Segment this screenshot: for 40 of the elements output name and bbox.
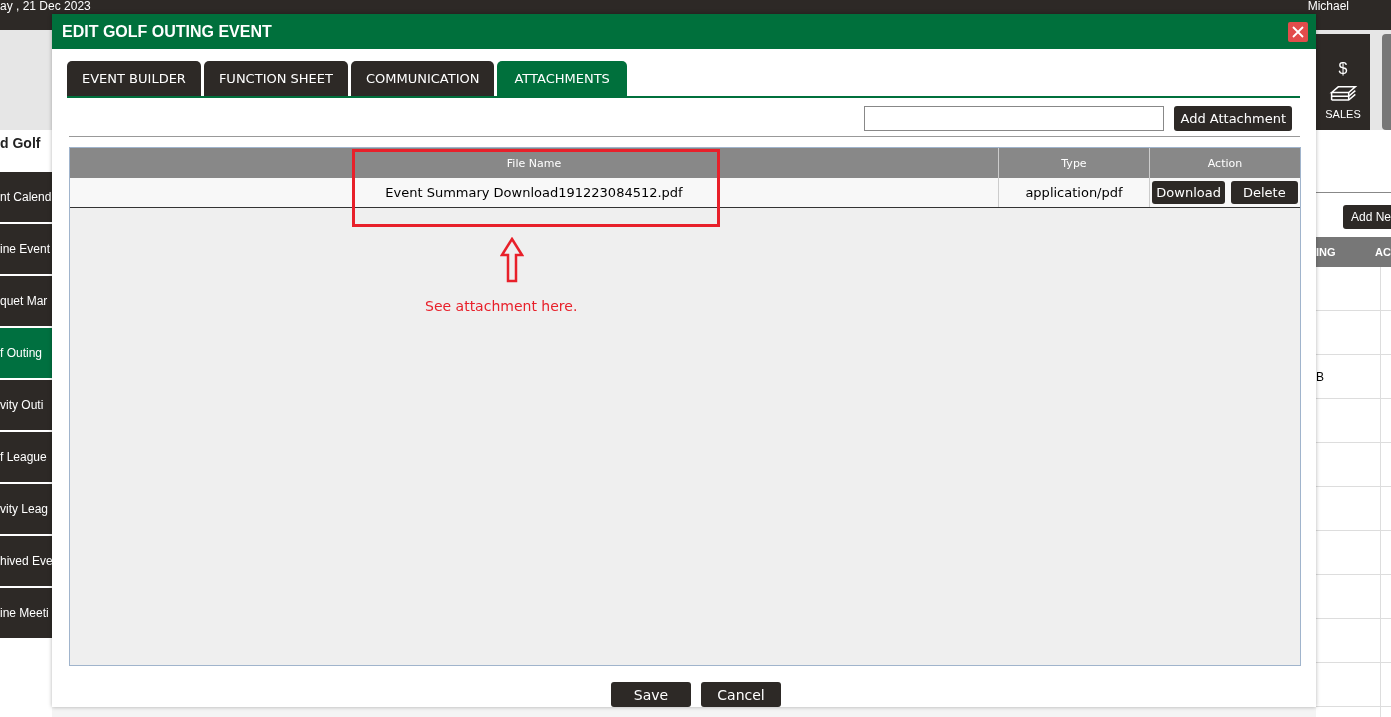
column-header: AC — [1375, 246, 1391, 258]
sales-tile[interactable]: $ SALES — [1316, 34, 1370, 130]
sidebar-item[interactable]: vity Leag — [0, 484, 52, 534]
column-header: Action — [1207, 156, 1243, 170]
cash-stack-icon — [1328, 84, 1358, 102]
add-new-button[interactable]: Add Ne — [1343, 205, 1391, 229]
dollar-sign: $ — [1338, 60, 1348, 78]
column-header: ING — [1316, 246, 1337, 258]
sidebar-item[interactable]: f Outing — [0, 328, 52, 378]
tab[interactable]: COMMUNICATION — [350, 61, 495, 96]
dialog-title: EDIT GOLF OUTING EVENT — [62, 22, 272, 41]
sidebar-item[interactable]: ine Meeti — [0, 588, 52, 638]
sidebar-item[interactable]: f League — [0, 432, 52, 482]
close-button[interactable] — [1288, 21, 1308, 42]
tab[interactable]: ATTACHMENTS — [497, 61, 627, 96]
page-title: d Golf — [0, 130, 52, 156]
file-name: Event Summary Download191223084512.pdf — [385, 185, 683, 200]
column-header: Type — [1061, 156, 1087, 170]
sidebar-item[interactable]: ine Event — [0, 224, 52, 274]
up-arrow-icon — [500, 237, 524, 283]
date-text: ay , 21 Dec 2023 — [0, 0, 91, 13]
sidebar-item[interactable]: quet Mar — [0, 276, 52, 326]
sales-label: SALES — [1325, 108, 1361, 120]
sidebar-item[interactable]: nt Calend — [0, 172, 52, 222]
add-attachment-button[interactable]: Add Attachment — [1174, 106, 1292, 131]
save-button[interactable]: Save — [611, 682, 691, 707]
sidebar-item[interactable]: hived Eve — [0, 536, 52, 586]
column-header: File Name — [506, 156, 562, 170]
download-button[interactable]: Download — [1152, 181, 1225, 204]
annotation-text: See attachment here. — [425, 298, 578, 314]
attachment-field[interactable] — [864, 106, 1165, 131]
sidebar-item[interactable]: vity Outi — [0, 380, 52, 430]
tab[interactable]: EVENT BUILDER — [67, 61, 201, 96]
delete-button[interactable]: Delete — [1230, 181, 1298, 204]
close-icon — [1292, 25, 1304, 38]
file-type: application/pdf — [1025, 185, 1123, 200]
menu-tile[interactable] — [1382, 34, 1391, 130]
cancel-button[interactable]: Cancel — [701, 682, 781, 707]
tab[interactable]: FUNCTION SHEET — [203, 61, 348, 96]
user-name: Michael — [1307, 0, 1350, 13]
